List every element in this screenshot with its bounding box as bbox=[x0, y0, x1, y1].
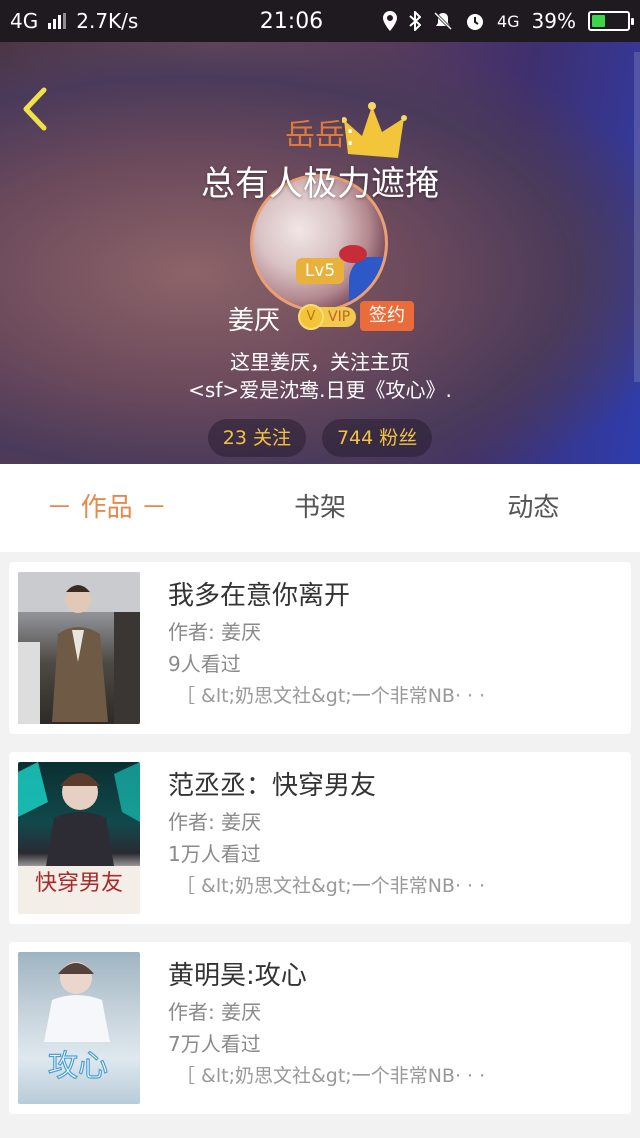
following-button[interactable]: 23 关注 bbox=[207, 419, 306, 457]
battery-percent: 39% bbox=[531, 9, 576, 33]
book-info: 黄明昊:攻心 作者: 姜厌 7万人看过 ［ &lt;奶思文社&gt;一个非常NB… bbox=[168, 956, 615, 1092]
alarm-icon bbox=[466, 14, 483, 30]
book-author: 作者: 姜厌 bbox=[168, 620, 262, 644]
book-cover[interactable]: 攻心 bbox=[18, 952, 140, 1104]
level-badge: Lv5 bbox=[296, 258, 344, 284]
book-info: 我多在意你离开 作者: 姜厌 9人看过 ［ &lt;奶思文社&gt;一个非常NB… bbox=[168, 576, 615, 712]
signal-icon bbox=[48, 13, 67, 29]
title-colon: : bbox=[344, 118, 356, 153]
book-title[interactable]: 我多在意你离开 bbox=[168, 576, 615, 616]
book-views: 7万人看过 bbox=[168, 1032, 261, 1056]
bio-line-1: 这里姜厌，关注主页 bbox=[230, 350, 410, 374]
title-name: 岳岳 bbox=[284, 118, 345, 153]
cover-title-text: 攻心 bbox=[48, 1049, 108, 1084]
status-bar: 4G 2.7K/s 21:06 4G 39% bbox=[0, 0, 640, 42]
book-title[interactable]: 黄明昊:攻心 bbox=[168, 956, 615, 996]
bio-line-2: <sf>爱是沈鸯.日更《攻心》. bbox=[188, 378, 452, 402]
network-type-right: 4G bbox=[496, 11, 520, 31]
bio: 这里姜厌，关注主页 <sf>爱是沈鸯.日更《攻心》. bbox=[0, 348, 640, 404]
book-views: 1万人看过 bbox=[168, 842, 261, 866]
stats: 23 关注 744 粉丝 bbox=[0, 419, 640, 457]
vip-coin-icon: V bbox=[298, 304, 324, 330]
vip-badge: V VIP bbox=[298, 304, 357, 330]
location-icon bbox=[382, 11, 397, 31]
bluetooth-icon bbox=[409, 11, 421, 31]
book-cover[interactable]: 快穿男友 bbox=[18, 762, 140, 914]
book-author: 作者: 姜厌 bbox=[168, 810, 262, 834]
clock: 21:06 bbox=[259, 8, 324, 34]
tab-activity[interactable]: 动态 bbox=[427, 464, 640, 552]
book-card[interactable]: 快穿男友 范丞丞：快穿男友 作者: 姜厌 1万人看过 ［ &lt;奶思文社&gt… bbox=[9, 752, 631, 924]
book-title[interactable]: 范丞丞：快穿男友 bbox=[168, 766, 615, 806]
book-card[interactable]: 我多在意你离开 作者: 姜厌 9人看过 ［ &lt;奶思文社&gt;一个非常NB… bbox=[9, 562, 631, 734]
book-cover[interactable] bbox=[18, 572, 140, 724]
network-type: 4G bbox=[10, 9, 39, 33]
tab-works[interactable]: － 作品 － bbox=[0, 464, 213, 552]
page-title: 总有人极力遮掩 bbox=[201, 164, 439, 204]
tab-bar: － 作品 － 书架 动态 bbox=[0, 464, 640, 552]
book-description: ［ &lt;奶思文社&gt;一个非常NB· · · bbox=[176, 875, 486, 897]
battery-icon bbox=[588, 11, 634, 31]
tab-bookshelf[interactable]: 书架 bbox=[213, 464, 426, 552]
book-info: 范丞丞：快穿男友 作者: 姜厌 1万人看过 ［ &lt;奶思文社&gt;一个非常… bbox=[168, 766, 615, 902]
book-views: 9人看过 bbox=[168, 652, 241, 676]
mute-bell-icon bbox=[433, 11, 453, 31]
book-card[interactable]: 攻心 黄明昊:攻心 作者: 姜厌 7万人看过 ［ &lt;奶思文社&gt;一个非… bbox=[9, 942, 631, 1114]
profile-header: 岳岳: 总有人极力遮掩 Lv5 姜厌 V VIP 签约 这里姜厌，关注主页 <s… bbox=[0, 42, 640, 464]
username: 姜厌 bbox=[228, 306, 281, 336]
book-description: ［ &lt;奶思文社&gt;一个非常NB· · · bbox=[176, 1065, 486, 1087]
book-description: ［ &lt;奶思文社&gt;一个非常NB· · · bbox=[176, 685, 486, 707]
scrollbar[interactable] bbox=[634, 52, 640, 382]
book-author: 作者: 姜厌 bbox=[168, 1000, 262, 1024]
followers-button[interactable]: 744 粉丝 bbox=[321, 419, 433, 457]
network-speed: 2.7K/s bbox=[76, 9, 139, 33]
page-title-name: 岳岳: bbox=[0, 110, 640, 154]
cover-title-text: 快穿男友 bbox=[35, 871, 123, 896]
signed-badge: 签约 bbox=[360, 301, 414, 331]
